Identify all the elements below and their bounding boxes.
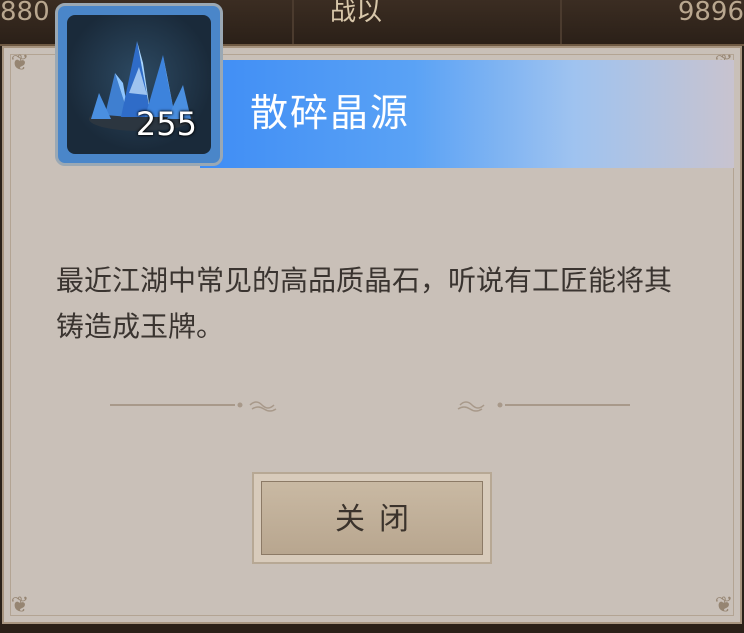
item-name-title: 散碎晶源: [250, 91, 411, 135]
item-description: 最近江湖中常见的高品质晶石，听说有工匠能将其铸造成玉牌。: [56, 264, 673, 343]
background-label-center: 战以: [330, 0, 383, 27]
background-value-left: 880: [0, 0, 50, 27]
item-icon-frame: 255: [55, 3, 223, 166]
corner-ornament-icon: ❦: [10, 51, 30, 76]
close-button-face[interactable]: 关闭: [261, 481, 483, 555]
ornamental-divider: [110, 401, 630, 412]
background-divider: [560, 0, 562, 44]
corner-ornament-icon: ❦: [714, 593, 734, 618]
item-count-badge: 255: [135, 105, 197, 143]
close-button-label: 关闭: [335, 502, 423, 537]
corner-ornament-icon: ❦: [10, 593, 30, 618]
close-button[interactable]: 关闭: [252, 472, 492, 564]
background-divider: [292, 0, 294, 44]
background-value-right: 9896: [677, 0, 744, 27]
item-icon-background: 255: [67, 15, 211, 154]
